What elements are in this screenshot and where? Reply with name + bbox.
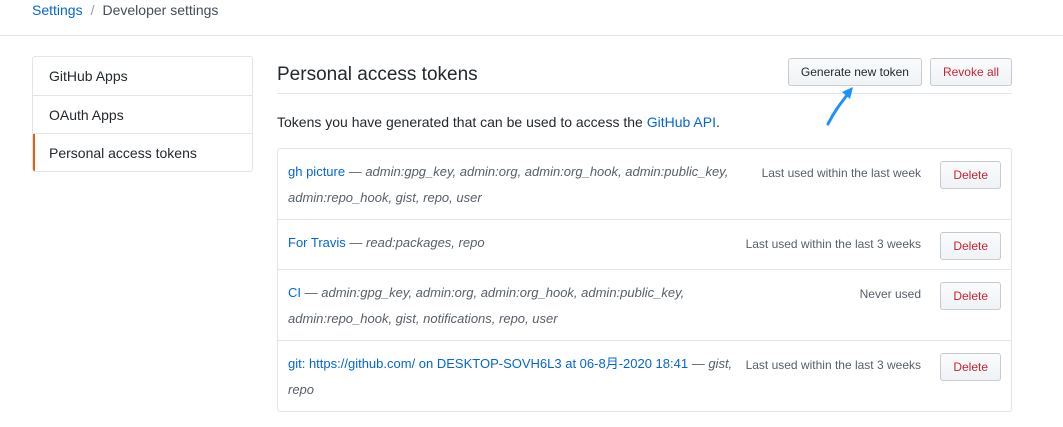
token-name-link[interactable]: gh picture: [288, 164, 345, 179]
token-scopes: admin:gpg_key, admin:org, admin:org_hook…: [288, 285, 685, 326]
token-name-link[interactable]: git: https://github.com/ on DESKTOP-SOVH…: [288, 356, 688, 371]
token-description: gh picture — admin:gpg_key, admin:org, a…: [288, 159, 743, 211]
breadcrumb: Settings / Developer settings: [32, 0, 218, 20]
token-last-used: Last used within the last 3 weeks: [745, 237, 921, 251]
token-row: gh picture — admin:gpg_key, admin:org, a…: [278, 149, 1011, 219]
breadcrumb-current: Developer settings: [102, 2, 219, 18]
token-last-used: Never used: [859, 287, 921, 301]
page-header: Personal access tokens Generate new toke…: [277, 56, 1012, 94]
token-name-link[interactable]: For Travis: [288, 235, 346, 250]
breadcrumb-separator: /: [90, 2, 95, 18]
token-separator: —: [688, 356, 709, 371]
token-row: CI — admin:gpg_key, admin:org, admin:org…: [278, 269, 1011, 340]
header-divider: [0, 35, 1063, 36]
token-last-used: Last used within the last 3 weeks: [745, 358, 921, 372]
page-title: Personal access tokens: [277, 63, 478, 85]
delete-token-button[interactable]: Delete: [940, 353, 1001, 381]
token-description: CI — admin:gpg_key, admin:org, admin:org…: [288, 280, 743, 332]
breadcrumb-settings-link[interactable]: Settings: [32, 2, 83, 18]
token-name-link[interactable]: CI: [288, 285, 301, 300]
token-description: For Travis — read:packages, repo: [288, 230, 743, 256]
token-description: git: https://github.com/ on DESKTOP-SOVH…: [288, 351, 743, 403]
main-content: Personal access tokens Generate new toke…: [277, 56, 1012, 412]
token-separator: —: [345, 235, 367, 250]
revoke-all-button[interactable]: Revoke all: [929, 58, 1012, 86]
token-row: For Travis — read:packages, repo Last us…: [278, 219, 1011, 269]
delete-token-button[interactable]: Delete: [940, 282, 1001, 310]
sidebar-item-github-apps[interactable]: GitHub Apps: [33, 57, 252, 95]
delete-token-button[interactable]: Delete: [940, 161, 1001, 189]
token-separator: —: [345, 164, 366, 179]
token-scopes: read:packages, repo: [366, 235, 485, 250]
github-api-link[interactable]: GitHub API: [647, 114, 716, 130]
sidebar: GitHub Apps OAuth Apps Personal access t…: [32, 56, 253, 172]
intro-text-body: Tokens you have generated that can be us…: [277, 114, 647, 130]
intro-text: Tokens you have generated that can be us…: [277, 114, 1012, 130]
sidebar-item-personal-access-tokens[interactable]: Personal access tokens: [33, 133, 252, 171]
delete-token-button[interactable]: Delete: [940, 232, 1001, 260]
token-last-used: Last used within the last week: [761, 166, 921, 180]
token-list: gh picture — admin:gpg_key, admin:org, a…: [277, 148, 1012, 412]
sidebar-item-oauth-apps[interactable]: OAuth Apps: [33, 95, 252, 133]
token-separator: —: [301, 285, 322, 300]
intro-text-end: .: [715, 114, 720, 130]
token-row: git: https://github.com/ on DESKTOP-SOVH…: [278, 340, 1011, 411]
arrow-pointer-icon: [826, 87, 853, 126]
